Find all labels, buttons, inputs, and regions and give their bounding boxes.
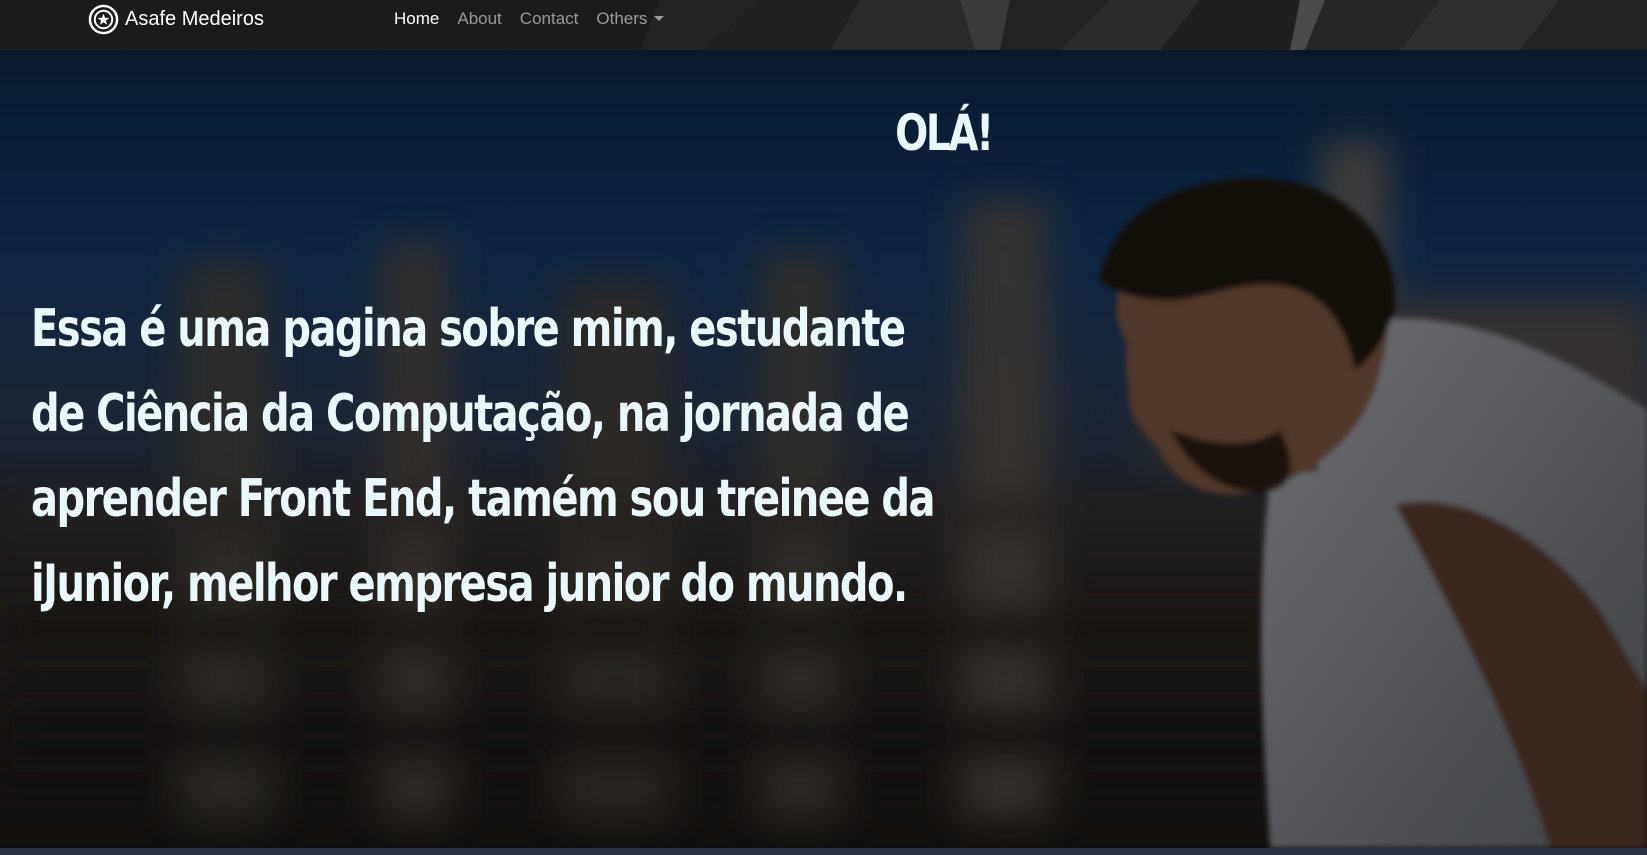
hero-heading: OLÁ!: [895, 104, 994, 162]
nav-link-others-label: Others: [596, 9, 648, 28]
nav-link-others-dropdown[interactable]: Others: [587, 9, 673, 29]
nav-link-contact[interactable]: Contact: [511, 9, 588, 29]
navbar: Asafe Medeiros Home About Contact Others: [0, 0, 1647, 50]
brand-link[interactable]: Asafe Medeiros: [88, 0, 264, 38]
hero-section: OLÁ! Essa é uma pagina sobre mim, estuda…: [0, 50, 1647, 848]
nav-links: Home About Contact Others: [394, 0, 673, 38]
caret-down-icon: [654, 16, 665, 21]
circle-star-icon: [88, 4, 119, 35]
nav-link-home[interactable]: Home: [394, 9, 448, 29]
hero-intro-text: Essa é uma pagina sobre mim, estudante d…: [31, 299, 936, 614]
bottom-divider: [0, 848, 1647, 855]
nav-link-about[interactable]: About: [448, 9, 510, 29]
brand-name: Asafe Medeiros: [125, 7, 264, 30]
